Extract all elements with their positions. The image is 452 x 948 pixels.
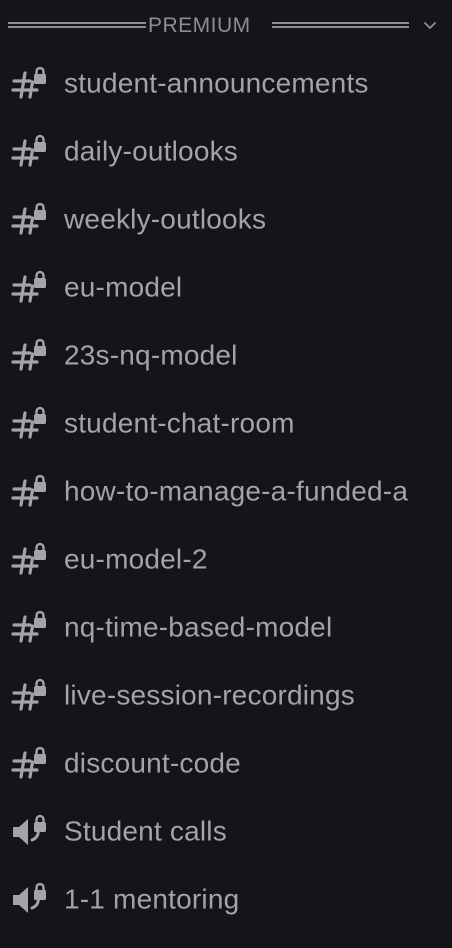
channel-name: eu-model	[64, 271, 183, 303]
channel-item[interactable]: student-chat-room	[0, 390, 452, 458]
channel-name: discount-code	[64, 747, 241, 779]
channel-name: Student calls	[64, 815, 227, 847]
channel-item[interactable]: daily-outlooks	[0, 118, 452, 186]
locked-text-channel-icon	[10, 269, 48, 307]
channel-name: student-chat-room	[64, 407, 295, 439]
channel-list: student-announcements daily-outlooks wee…	[0, 50, 452, 934]
locked-text-channel-icon	[10, 745, 48, 783]
channel-name: 1-1 mentoring	[64, 883, 240, 915]
channel-item[interactable]: eu-model	[0, 254, 452, 322]
category-header-premium[interactable]: PREMIUM	[0, 0, 452, 50]
locked-text-channel-icon	[10, 337, 48, 375]
channel-item[interactable]: nq-time-based-model	[0, 594, 452, 662]
channel-item[interactable]: discount-code	[0, 730, 452, 798]
chevron-down-icon[interactable]	[421, 16, 439, 34]
channel-item[interactable]: live-session-recordings	[0, 662, 452, 730]
locked-text-channel-icon	[10, 473, 48, 511]
channel-item[interactable]: student-announcements	[0, 50, 452, 118]
channel-name: 23s-nq-model	[64, 339, 238, 371]
locked-text-channel-icon	[10, 65, 48, 103]
channel-name: weekly-outlooks	[64, 203, 267, 235]
channel-name: nq-time-based-model	[64, 611, 333, 643]
locked-text-channel-icon	[10, 405, 48, 443]
channel-name: eu-model-2	[64, 543, 208, 575]
locked-text-channel-icon	[10, 201, 48, 239]
locked-text-channel-icon	[10, 133, 48, 171]
channel-item[interactable]: Student calls	[0, 798, 452, 866]
locked-voice-channel-icon	[10, 881, 48, 919]
locked-text-channel-icon	[10, 677, 48, 715]
channel-item[interactable]: 1-1 mentoring	[0, 866, 452, 934]
channel-name: live-session-recordings	[64, 679, 355, 711]
channel-item[interactable]: 23s-nq-model	[0, 322, 452, 390]
category-label: PREMIUM	[148, 14, 251, 37]
category-divider-right	[272, 22, 409, 28]
locked-text-channel-icon	[10, 541, 48, 579]
category-divider-left	[8, 22, 146, 28]
channel-item[interactable]: eu-model-2	[0, 526, 452, 594]
channel-item[interactable]: weekly-outlooks	[0, 186, 452, 254]
channel-name: daily-outlooks	[64, 135, 238, 167]
channel-name: how-to-manage-a-funded-a	[64, 475, 409, 507]
channel-name: student-announcements	[64, 67, 369, 99]
channel-item[interactable]: how-to-manage-a-funded-a	[0, 458, 452, 526]
locked-text-channel-icon	[10, 609, 48, 647]
locked-voice-channel-icon	[10, 813, 48, 851]
